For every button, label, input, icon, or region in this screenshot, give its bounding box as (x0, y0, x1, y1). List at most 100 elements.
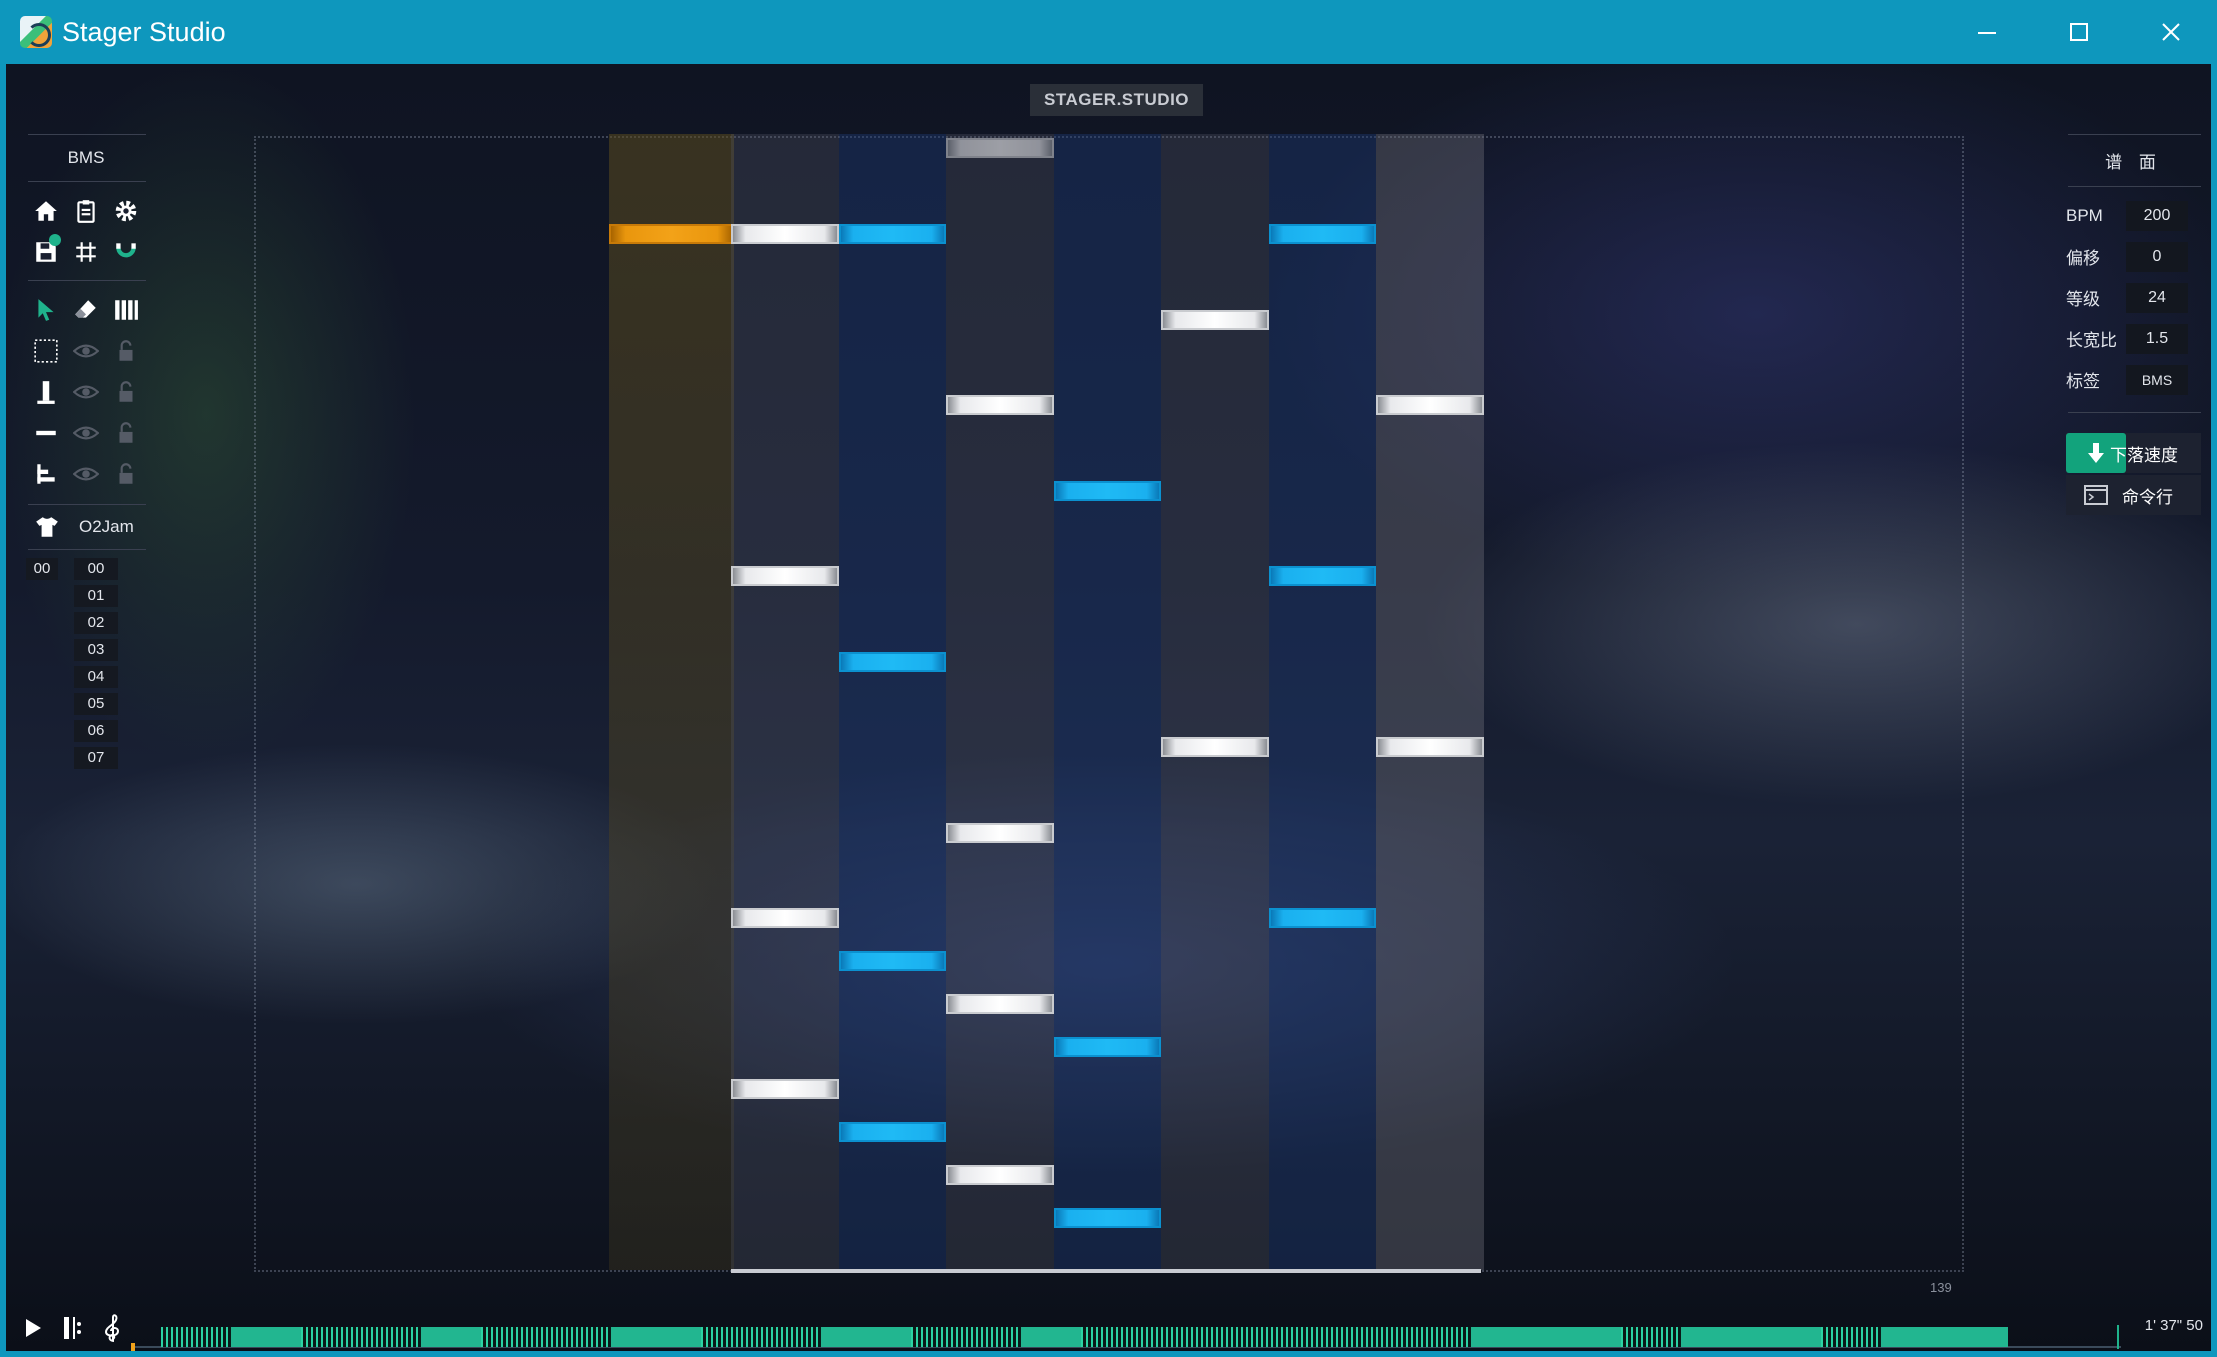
gear-icon[interactable] (106, 190, 146, 231)
timeline-end-marker (2117, 1325, 2119, 1349)
note[interactable] (731, 224, 839, 244)
note[interactable] (731, 566, 839, 586)
editor-area: STAGER.STUDIO 139 BMS O2Jam 00 00 01 02 … (6, 64, 2211, 1351)
note[interactable] (946, 395, 1054, 415)
container-id[interactable]: 00 (26, 558, 58, 580)
bpm-field[interactable]: 200 (2126, 200, 2188, 231)
lane-scratch[interactable] (609, 134, 734, 1270)
lane-7[interactable] (1376, 134, 1484, 1270)
note-layer-icon[interactable] (26, 412, 66, 453)
lock-icon[interactable] (106, 412, 146, 453)
play-button[interactable] (13, 1305, 53, 1351)
lane-5[interactable] (1161, 134, 1269, 1270)
skin-selector[interactable]: O2Jam (26, 505, 146, 549)
lane-6[interactable] (1269, 134, 1376, 1270)
eye-icon[interactable] (66, 330, 106, 371)
save-icon[interactable] (26, 231, 66, 272)
note[interactable] (946, 823, 1054, 843)
timeline-density (421, 1327, 481, 1347)
note[interactable] (1376, 395, 1484, 415)
magnet-icon[interactable] (106, 231, 146, 272)
lock-icon[interactable] (106, 330, 146, 371)
timeline-density (1821, 1327, 1881, 1347)
offset-field[interactable]: 0 (2126, 241, 2188, 272)
frame-count: 139 (1930, 1280, 1952, 1295)
property-label: 等级 (2066, 290, 2100, 309)
fall-speed-button[interactable]: 下落速度 (2066, 433, 2201, 473)
note[interactable] (1161, 310, 1269, 330)
lane-1[interactable] (731, 134, 839, 1270)
tshirt-icon (26, 507, 67, 548)
layer-item[interactable]: 05 (74, 693, 118, 715)
property-tag: 标签 BMS (2066, 359, 2201, 400)
note[interactable] (1161, 737, 1269, 757)
timeline-density (1081, 1327, 1211, 1347)
timeline-scrubber[interactable] (131, 1325, 2121, 1351)
layer-item[interactable]: 01 (74, 585, 118, 607)
note[interactable] (946, 138, 1054, 158)
layer-item[interactable]: 04 (74, 666, 118, 688)
note[interactable] (609, 224, 734, 244)
home-icon[interactable] (26, 190, 66, 231)
note[interactable] (731, 1079, 839, 1099)
columns-icon[interactable] (106, 289, 146, 330)
step-button[interactable] (53, 1305, 93, 1351)
terminal-icon (2066, 475, 2126, 515)
timeline-density (1021, 1327, 1081, 1347)
music-button[interactable] (93, 1305, 133, 1351)
lock-icon[interactable] (106, 453, 146, 494)
stage-layer-icon[interactable] (26, 330, 66, 371)
close-button[interactable] (2125, 0, 2217, 64)
eye-icon[interactable] (66, 453, 106, 494)
lane-3[interactable] (946, 134, 1054, 1270)
layer-item[interactable]: 07 (74, 747, 118, 769)
note[interactable] (946, 1165, 1054, 1185)
stage-watermark: STAGER.STUDIO (1030, 84, 1204, 116)
ratio-field[interactable]: 1.5 (2126, 323, 2188, 354)
playhead[interactable] (131, 1343, 135, 1351)
command-line-button[interactable]: 命令行 (2066, 475, 2201, 515)
note[interactable] (1054, 1208, 1161, 1228)
grid-icon[interactable] (66, 231, 106, 272)
level-field[interactable]: 24 (2126, 282, 2188, 313)
select-arrow-icon[interactable] (26, 289, 66, 330)
property-label: 长宽比 (2066, 331, 2117, 350)
title-bar: Stager Studio (0, 0, 2217, 64)
note[interactable] (1376, 737, 1484, 757)
property-ratio: 长宽比 1.5 (2066, 318, 2201, 359)
eye-icon[interactable] (66, 371, 106, 412)
timeline-density (1211, 1327, 1511, 1347)
maximize-button[interactable] (2033, 0, 2125, 64)
property-label: BPM (2066, 205, 2103, 225)
layer-item[interactable]: 06 (74, 720, 118, 742)
note[interactable] (839, 1122, 946, 1142)
note[interactable] (839, 652, 946, 672)
lock-icon[interactable] (106, 371, 146, 412)
lane-4[interactable] (1054, 134, 1161, 1270)
note[interactable] (1269, 908, 1376, 928)
track-layer-icon[interactable] (26, 371, 66, 412)
eraser-icon[interactable] (66, 289, 106, 330)
note[interactable] (946, 994, 1054, 1014)
note[interactable] (839, 951, 946, 971)
timeline-density (701, 1327, 821, 1347)
note[interactable] (731, 908, 839, 928)
layer-item[interactable]: 02 (74, 612, 118, 634)
note[interactable] (1054, 481, 1161, 501)
timeline-density (911, 1327, 1021, 1347)
minimize-button[interactable] (1941, 0, 2033, 64)
note[interactable] (1269, 224, 1376, 244)
clipboard-icon[interactable] (66, 190, 106, 231)
property-bpm: BPM 200 (2066, 195, 2201, 236)
left-panel: BMS O2Jam (26, 134, 146, 550)
note[interactable] (1054, 1037, 1161, 1057)
eye-icon[interactable] (66, 412, 106, 453)
play-icon (26, 1319, 41, 1337)
timing-layer-icon[interactable] (26, 453, 66, 494)
tag-field[interactable]: BMS (2126, 364, 2188, 395)
lane-2[interactable] (839, 134, 946, 1270)
layer-item[interactable]: 00 (74, 558, 118, 580)
note[interactable] (839, 224, 946, 244)
note[interactable] (1269, 566, 1376, 586)
layer-item[interactable]: 03 (74, 639, 118, 661)
